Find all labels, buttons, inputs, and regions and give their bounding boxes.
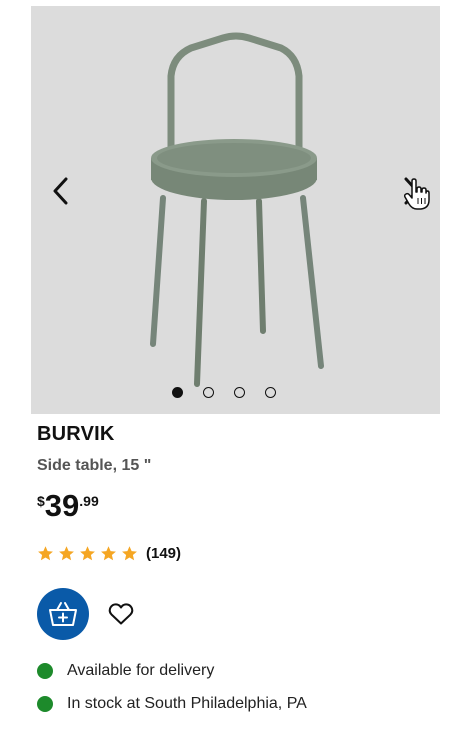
star-icon: [101, 546, 116, 561]
basket-plus-icon: [49, 602, 77, 626]
rating-stars: [37, 545, 138, 562]
side-table-image: [150, 32, 324, 387]
pagination-dot-4[interactable]: [264, 387, 276, 398]
star-icon: [122, 546, 137, 561]
product-rating[interactable]: (149): [37, 545, 181, 562]
store-availability-label: In stock at South Philadelphia, PA: [67, 695, 307, 712]
product-price: $ 39 .99: [37, 488, 99, 524]
pagination-dot-1[interactable]: [171, 387, 183, 398]
favorite-button[interactable]: [105, 598, 137, 630]
product-name[interactable]: BURVIK: [37, 423, 115, 446]
status-dot: [37, 663, 53, 679]
product-image-gallery[interactable]: [31, 6, 440, 414]
delivery-availability-label: Available for delivery: [67, 662, 215, 679]
price-currency: $: [37, 493, 45, 509]
image-pagination: [31, 387, 428, 398]
pagination-dot-3[interactable]: [233, 387, 245, 398]
star-icon: [80, 546, 95, 561]
star-icon: [59, 546, 74, 561]
status-dot: [37, 696, 53, 712]
chevron-left-icon: [53, 177, 68, 205]
price-decimal: .99: [79, 493, 99, 509]
product-card: BURVIK Side table, 15 " $ 39 .99 (149) A…: [0, 0, 470, 755]
store-availability[interactable]: In stock at South Philadelphia, PA: [37, 695, 307, 713]
product-description: Side table, 15 ": [37, 457, 152, 474]
star-icon: [38, 546, 53, 561]
previous-image-button[interactable]: [41, 166, 81, 216]
add-to-cart-button[interactable]: [37, 588, 89, 640]
price-integer: 39: [44, 488, 80, 523]
heart-outline-icon: [108, 603, 134, 625]
review-count: (149): [146, 545, 182, 562]
hand-pointer-icon: [404, 178, 430, 210]
pagination-dot-2[interactable]: [202, 387, 214, 398]
delivery-availability[interactable]: Available for delivery: [37, 662, 214, 680]
